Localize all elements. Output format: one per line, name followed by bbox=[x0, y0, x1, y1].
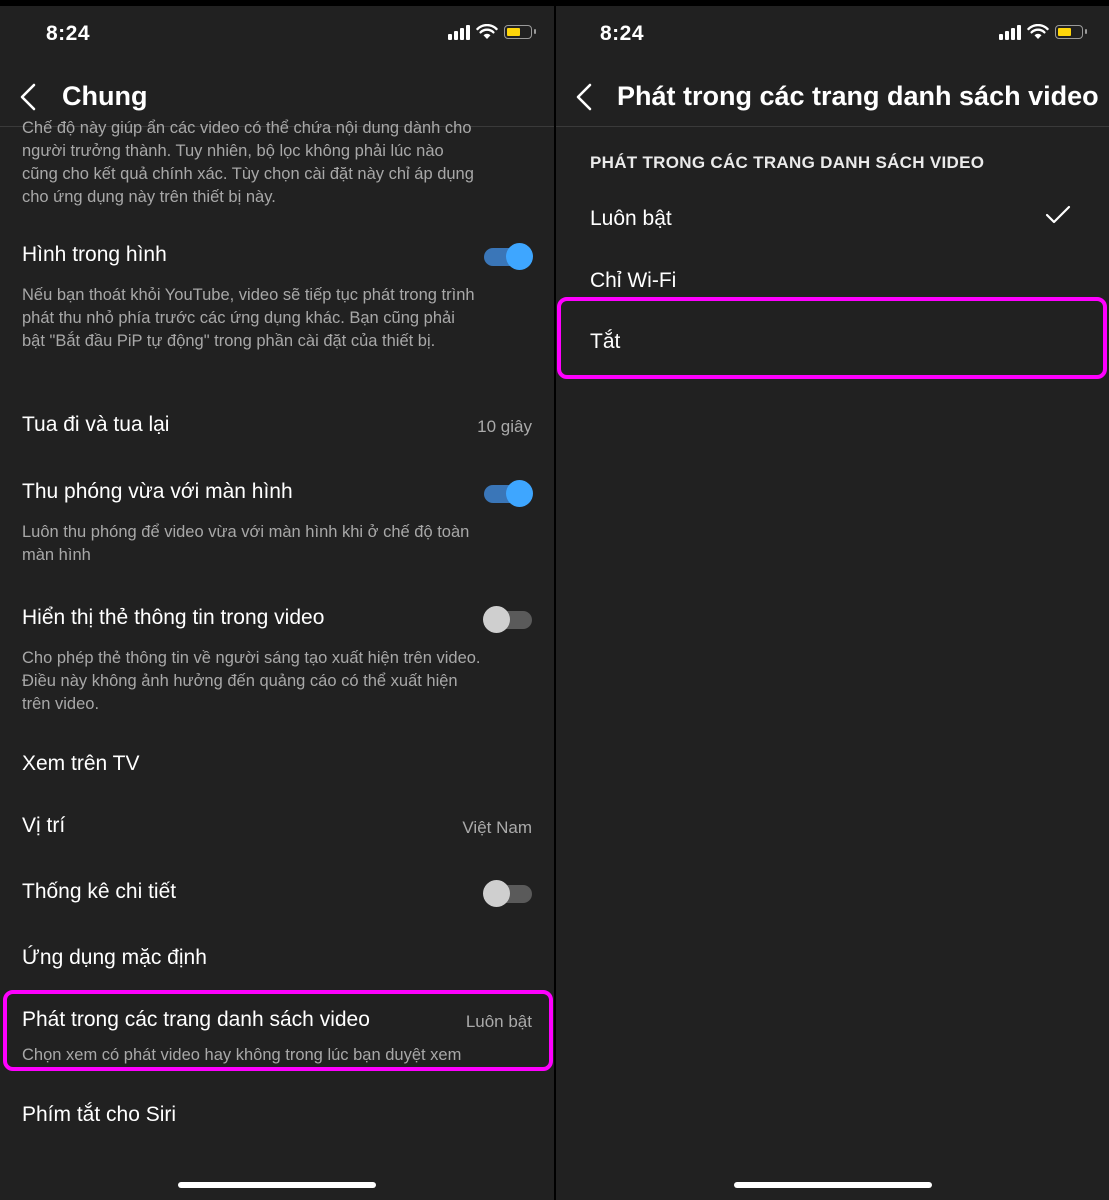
setting-label: Hiển thị thẻ thông tin trong video bbox=[22, 606, 325, 629]
nav-bar: Phát trong các trang danh sách video bbox=[556, 68, 1109, 127]
playback-feeds-screen: 8:24 Phát trong các trang danh sách vide… bbox=[556, 6, 1109, 1200]
option-always-on[interactable]: Luôn bật bbox=[590, 207, 672, 231]
setting-label: Hình trong hình bbox=[22, 243, 167, 266]
status-time: 8:24 bbox=[46, 22, 91, 45]
options-list: PHÁT TRONG CÁC TRANG DANH SÁCH VIDEO Luô… bbox=[556, 127, 1109, 1200]
setting-value: 10 giây bbox=[477, 417, 532, 436]
setting-label: Ứng dụng mặc định bbox=[22, 946, 207, 969]
section-header: PHÁT TRONG CÁC TRANG DANH SÁCH VIDEO bbox=[590, 153, 985, 172]
page-title: Chung bbox=[62, 81, 148, 111]
setting-description: Nếu bạn thoát khỏi YouTube, video sẽ tiế… bbox=[22, 286, 475, 350]
setting-label: Tua đi và tua lại bbox=[22, 413, 170, 436]
status-bar: 8:24 bbox=[0, 6, 554, 66]
back-chevron-icon[interactable] bbox=[570, 80, 600, 114]
status-icons bbox=[999, 24, 1087, 40]
setting-label: Xem trên TV bbox=[22, 752, 140, 775]
setting-seek[interactable]: Tua đi và tua lại 10 giây bbox=[22, 413, 532, 437]
setting-watch-on-tv[interactable]: Xem trên TV bbox=[22, 752, 532, 776]
setting-info-cards[interactable]: Hiển thị thẻ thông tin trong video Cho p… bbox=[22, 606, 532, 716]
highlight-box bbox=[3, 990, 553, 1071]
battery-icon bbox=[1055, 25, 1087, 39]
checkmark-icon bbox=[1045, 205, 1071, 224]
setting-label: Thu phóng vừa với màn hình bbox=[22, 480, 293, 503]
status-icons bbox=[448, 24, 536, 40]
home-indicator bbox=[178, 1182, 376, 1188]
wifi-icon bbox=[1027, 24, 1049, 39]
back-chevron-icon[interactable] bbox=[14, 80, 44, 114]
option-wifi-only[interactable]: Chỉ Wi-Fi bbox=[590, 269, 676, 293]
setting-siri-shortcuts[interactable]: Phím tắt cho Siri bbox=[22, 1103, 532, 1127]
highlight-box bbox=[557, 297, 1107, 379]
settings-list: Chế độ này giúp ẩn các video có thể chứa… bbox=[0, 119, 554, 1200]
status-bar: 8:24 bbox=[556, 6, 1109, 66]
signal-icon bbox=[999, 24, 1021, 40]
setting-value: Việt Nam bbox=[462, 818, 532, 837]
setting-label: Phím tắt cho Siri bbox=[22, 1103, 177, 1126]
pip-toggle[interactable] bbox=[484, 243, 533, 270]
setting-label: Thống kê chi tiết bbox=[22, 880, 177, 903]
restricted-mode-description: Chế độ này giúp ẩn các video có thể chứa… bbox=[22, 119, 474, 206]
general-settings-screen: 8:24 Chung Chế độ này giúp ẩn các video … bbox=[0, 6, 554, 1200]
setting-location[interactable]: Vị trí Việt Nam bbox=[22, 814, 532, 838]
setting-label: Vị trí bbox=[22, 814, 66, 837]
setting-description: Luôn thu phóng để video vừa với màn hình… bbox=[22, 523, 470, 564]
signal-icon bbox=[448, 24, 470, 40]
battery-icon bbox=[504, 25, 536, 39]
home-indicator bbox=[733, 1182, 932, 1188]
wifi-icon bbox=[476, 24, 498, 39]
setting-stats-for-nerds[interactable]: Thống kê chi tiết bbox=[22, 880, 532, 907]
status-time: 8:24 bbox=[600, 22, 645, 45]
setting-description: Cho phép thẻ thông tin về người sáng tạo… bbox=[22, 649, 481, 713]
setting-picture-in-picture[interactable]: Hình trong hình Nếu bạn thoát khỏi YouTu… bbox=[22, 243, 533, 353]
info-cards-toggle[interactable] bbox=[483, 606, 532, 633]
page-title: Phát trong các trang danh sách video bbox=[617, 81, 1099, 111]
stats-toggle[interactable] bbox=[483, 880, 532, 907]
setting-default-apps[interactable]: Ứng dụng mặc định bbox=[22, 946, 532, 970]
zoom-toggle[interactable] bbox=[484, 480, 533, 507]
setting-zoom-to-fill[interactable]: Thu phóng vừa với màn hình Luôn thu phón… bbox=[22, 480, 533, 567]
